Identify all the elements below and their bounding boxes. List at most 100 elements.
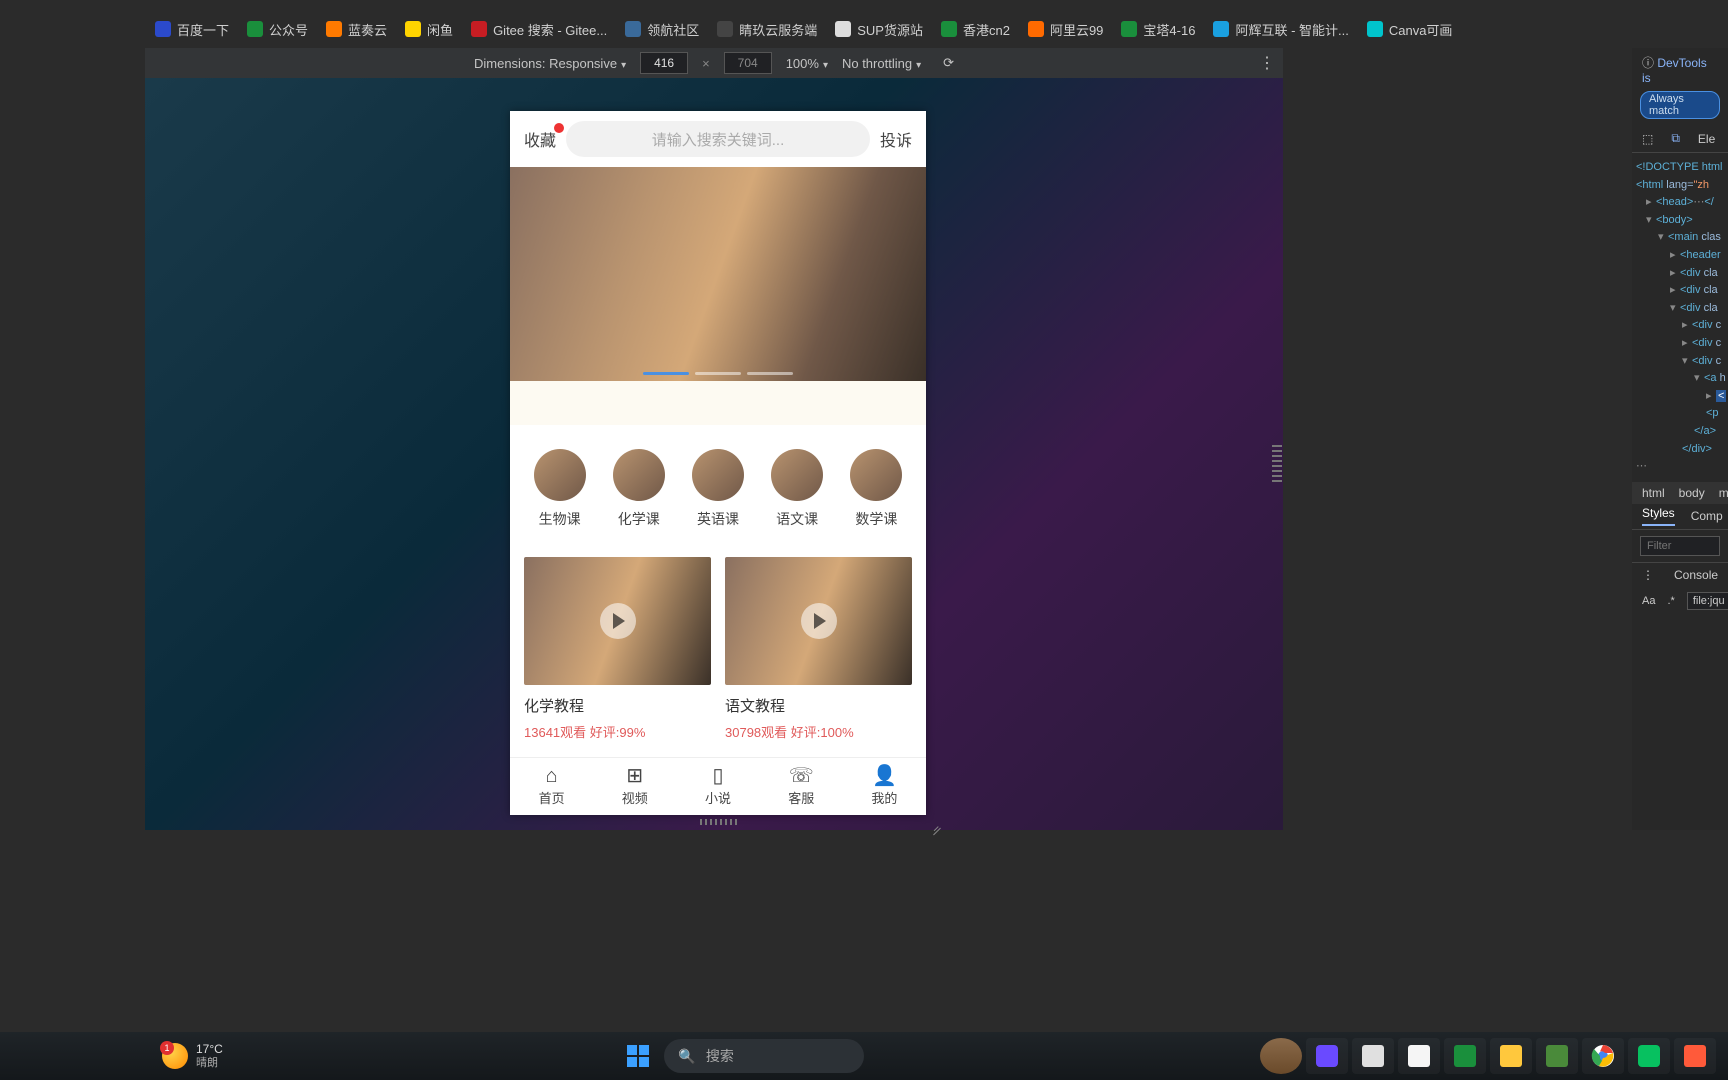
nav-home[interactable]: ⌂首页 bbox=[510, 758, 593, 815]
chrome-icon[interactable] bbox=[1582, 1038, 1624, 1074]
notification-dot-icon bbox=[554, 123, 564, 133]
carousel-indicators bbox=[643, 372, 793, 375]
device-toolbar: Dimensions: Responsive × 100% No throttl… bbox=[145, 48, 1283, 78]
video-thumbnail bbox=[725, 557, 912, 685]
avatar bbox=[534, 449, 586, 501]
devtools-info: ⓘ DevTools is bbox=[1632, 48, 1728, 91]
styles-tabs: Styles Comp bbox=[1632, 504, 1728, 530]
times-icon: × bbox=[702, 56, 710, 71]
play-icon bbox=[801, 603, 837, 639]
filter-input[interactable] bbox=[1640, 536, 1720, 556]
play-icon bbox=[600, 603, 636, 639]
bookmark-item[interactable]: Gitee 搜索 - Gitee... bbox=[471, 20, 607, 39]
indicator-dot[interactable] bbox=[747, 372, 793, 375]
file-filter-input[interactable] bbox=[1687, 592, 1728, 610]
category-item[interactable]: 化学课 bbox=[613, 449, 665, 529]
tray-app-icon[interactable] bbox=[1444, 1038, 1486, 1074]
more-icon[interactable]: ⋮ bbox=[1259, 53, 1275, 73]
category-row: 生物课 化学课 英语课 语文课 数学课 bbox=[510, 425, 926, 545]
video-stats: 30798观看 好评:100% bbox=[725, 722, 912, 741]
avatar bbox=[850, 449, 902, 501]
tray-app-icon[interactable] bbox=[1306, 1038, 1348, 1074]
tab-console[interactable]: Console bbox=[1674, 568, 1718, 582]
nav-video[interactable]: ⊞视频 bbox=[593, 758, 676, 815]
resize-handle-corner[interactable] bbox=[928, 820, 942, 834]
search-icon: 🔍 bbox=[678, 1048, 695, 1065]
category-item[interactable]: 数学课 bbox=[850, 449, 902, 529]
indicator-dot[interactable] bbox=[695, 372, 741, 375]
video-title: 语文教程 bbox=[725, 695, 912, 716]
bookmark-item[interactable]: 香港cn2 bbox=[941, 20, 1010, 39]
promo-strip bbox=[510, 381, 926, 425]
width-input[interactable] bbox=[640, 52, 688, 74]
tray-app-icon[interactable] bbox=[1536, 1038, 1578, 1074]
favorites-button[interactable]: 收藏 bbox=[524, 127, 556, 151]
weather-icon: 1 bbox=[162, 1043, 188, 1069]
inspect-icon[interactable]: ⬚ bbox=[1642, 132, 1653, 146]
category-item[interactable]: 生物课 bbox=[534, 449, 586, 529]
video-card[interactable]: 化学教程 13641观看 好评:99% bbox=[524, 557, 711, 741]
taskbar-center: 🔍 搜索 bbox=[618, 1036, 864, 1076]
device-toggle-icon[interactable]: ⧉ bbox=[1671, 131, 1680, 146]
bookmark-item[interactable]: 阿里云99 bbox=[1028, 20, 1103, 39]
app-header: 收藏 请输入搜索关键词... 投诉 bbox=[510, 111, 926, 167]
start-button[interactable] bbox=[618, 1036, 658, 1076]
video-thumbnail bbox=[524, 557, 711, 685]
tray-app-icon[interactable] bbox=[1674, 1038, 1716, 1074]
bookmark-item[interactable]: 闲鱼 bbox=[405, 20, 453, 39]
tab-elements[interactable]: Ele bbox=[1698, 132, 1715, 146]
windows-taskbar: 1 17°C 晴朗 🔍 搜索 bbox=[0, 1032, 1728, 1080]
search-input[interactable]: 请输入搜索关键词... bbox=[566, 121, 870, 157]
throttling-dropdown[interactable]: No throttling bbox=[842, 56, 921, 71]
regex-icon[interactable]: .* bbox=[1667, 595, 1674, 607]
video-grid: 化学教程 13641观看 好评:99% 语文教程 30798观看 好评:100% bbox=[510, 545, 926, 741]
home-icon: ⌂ bbox=[546, 766, 558, 786]
console-filter-row: Aa .* bbox=[1632, 588, 1728, 614]
tray-app-icon[interactable] bbox=[1260, 1038, 1302, 1074]
styles-filter bbox=[1640, 536, 1720, 556]
nav-support[interactable]: ☏客服 bbox=[760, 758, 843, 815]
tab-styles[interactable]: Styles bbox=[1642, 506, 1675, 526]
nav-profile[interactable]: 👤我的 bbox=[843, 758, 926, 815]
resize-handle-bottom[interactable] bbox=[700, 819, 740, 825]
bookmark-item[interactable]: 公众号 bbox=[247, 20, 308, 39]
bookmark-item[interactable]: 领航社区 bbox=[625, 20, 699, 39]
hero-banner[interactable] bbox=[510, 167, 926, 381]
tray-app-icon[interactable] bbox=[1398, 1038, 1440, 1074]
category-item[interactable]: 英语课 bbox=[692, 449, 744, 529]
bookmark-item[interactable]: 百度一下 bbox=[155, 20, 229, 39]
resize-handle-right[interactable] bbox=[1272, 445, 1282, 485]
tab-computed[interactable]: Comp bbox=[1691, 509, 1723, 523]
dimensions-dropdown[interactable]: Dimensions: Responsive bbox=[474, 56, 626, 71]
headset-icon: ☏ bbox=[789, 766, 814, 786]
video-stats: 13641观看 好评:99% bbox=[524, 722, 711, 741]
complain-button[interactable]: 投诉 bbox=[880, 127, 912, 151]
match-pill[interactable]: Always match bbox=[1640, 91, 1720, 119]
avatar bbox=[771, 449, 823, 501]
rotate-icon[interactable]: ⟳ bbox=[943, 55, 954, 71]
tray-app-icon[interactable] bbox=[1490, 1038, 1532, 1074]
elements-tree[interactable]: <!DOCTYPE html <html lang="zh ▸<head>⋯</… bbox=[1632, 153, 1728, 482]
aa-icon[interactable]: Aa bbox=[1642, 595, 1655, 607]
bookmark-item[interactable]: 宝塔4-16 bbox=[1121, 20, 1195, 39]
video-card[interactable]: 语文教程 30798观看 好评:100% bbox=[725, 557, 912, 741]
nav-novel[interactable]: ▯小说 bbox=[676, 758, 759, 815]
book-icon: ▯ bbox=[713, 766, 724, 786]
bookmark-item[interactable]: Canva可画 bbox=[1367, 20, 1453, 39]
tray-app-icon[interactable] bbox=[1352, 1038, 1394, 1074]
wechat-icon[interactable] bbox=[1628, 1038, 1670, 1074]
indicator-dot[interactable] bbox=[643, 372, 689, 375]
more-icon[interactable]: ⋮ bbox=[1642, 568, 1654, 582]
category-item[interactable]: 语文课 bbox=[771, 449, 823, 529]
zoom-dropdown[interactable]: 100% bbox=[786, 56, 828, 71]
taskbar-search[interactable]: 🔍 搜索 bbox=[664, 1039, 864, 1073]
bookmark-item[interactable]: 阿辉互联 - 智能计... bbox=[1213, 20, 1348, 39]
elements-breadcrumb[interactable]: html body m bbox=[1632, 482, 1728, 504]
bookmark-item[interactable]: 蓝奏云 bbox=[326, 20, 387, 39]
weather-widget[interactable]: 1 17°C 晴朗 bbox=[162, 1042, 223, 1070]
video-title: 化学教程 bbox=[524, 695, 711, 716]
console-bar: ⋮ Console bbox=[1632, 562, 1728, 588]
height-input[interactable] bbox=[724, 52, 772, 74]
bookmark-item[interactable]: 睛玖云服务端 bbox=[717, 20, 817, 39]
bookmark-item[interactable]: SUP货源站 bbox=[835, 20, 923, 39]
